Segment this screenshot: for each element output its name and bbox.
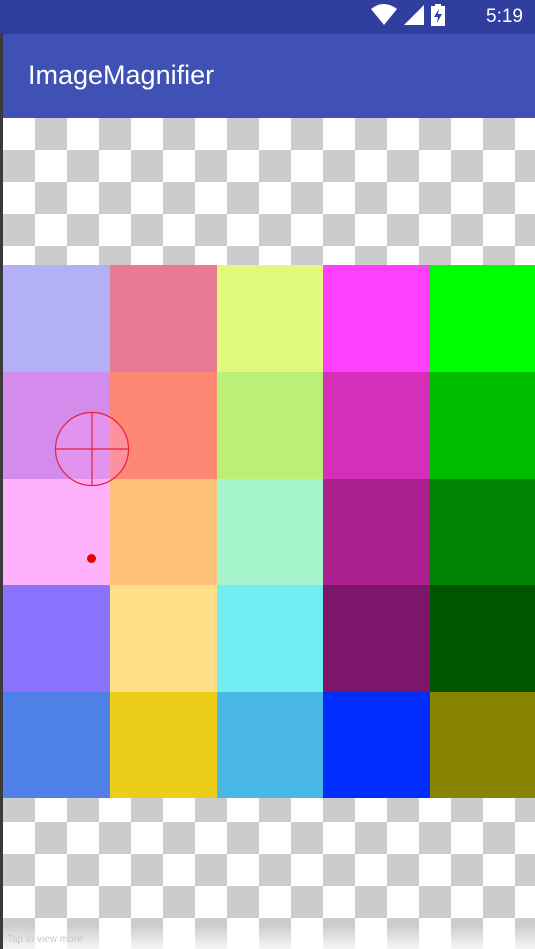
app-title: ImageMagnifier <box>28 60 215 90</box>
color-cell-r5-c1 <box>3 692 110 798</box>
magnifier-crosshair[interactable] <box>53 410 131 488</box>
app-bar: ImageMagnifier <box>0 34 535 118</box>
touch-point-marker <box>87 554 96 563</box>
color-grid-image[interactable] <box>3 265 535 798</box>
color-cell-r3-c4 <box>323 479 430 585</box>
color-cell-r3-c3 <box>217 479 323 585</box>
color-cell-r4-c5 <box>430 585 535 692</box>
color-cell-r4-c3 <box>217 585 323 692</box>
wifi-icon <box>371 3 397 31</box>
color-cell-r1-c2 <box>110 265 217 372</box>
color-cell-r3-c1 <box>3 479 110 585</box>
color-cell-r1-c5 <box>430 265 535 372</box>
color-cell-r4-c2 <box>110 585 217 692</box>
color-cell-r2-c3 <box>217 372 323 479</box>
color-cell-r3-c5 <box>430 479 535 585</box>
footer-hint: Tap to view more <box>7 934 83 945</box>
color-cell-r5-c3 <box>217 692 323 798</box>
color-cell-r5-c2 <box>110 692 217 798</box>
battery-charging-icon <box>431 3 445 31</box>
color-cell-r2-c5 <box>430 372 535 479</box>
status-icons <box>371 3 445 31</box>
color-cell-r1-c3 <box>217 265 323 372</box>
color-cell-r1-c4 <box>323 265 430 372</box>
color-cell-r5-c4 <box>323 692 430 798</box>
status-time: 5:19 <box>486 6 523 27</box>
color-cell-r4-c1 <box>3 585 110 692</box>
image-canvas[interactable]: Tap to view more <box>3 118 535 949</box>
color-cell-r1-c1 <box>3 265 110 372</box>
color-cell-r2-c4 <box>323 372 430 479</box>
status-bar: 5:19 <box>0 0 535 34</box>
color-cell-r4-c4 <box>323 585 430 692</box>
color-cell-r5-c5 <box>430 692 535 798</box>
signal-icon <box>403 4 425 31</box>
color-cell-r3-c2 <box>110 479 217 585</box>
